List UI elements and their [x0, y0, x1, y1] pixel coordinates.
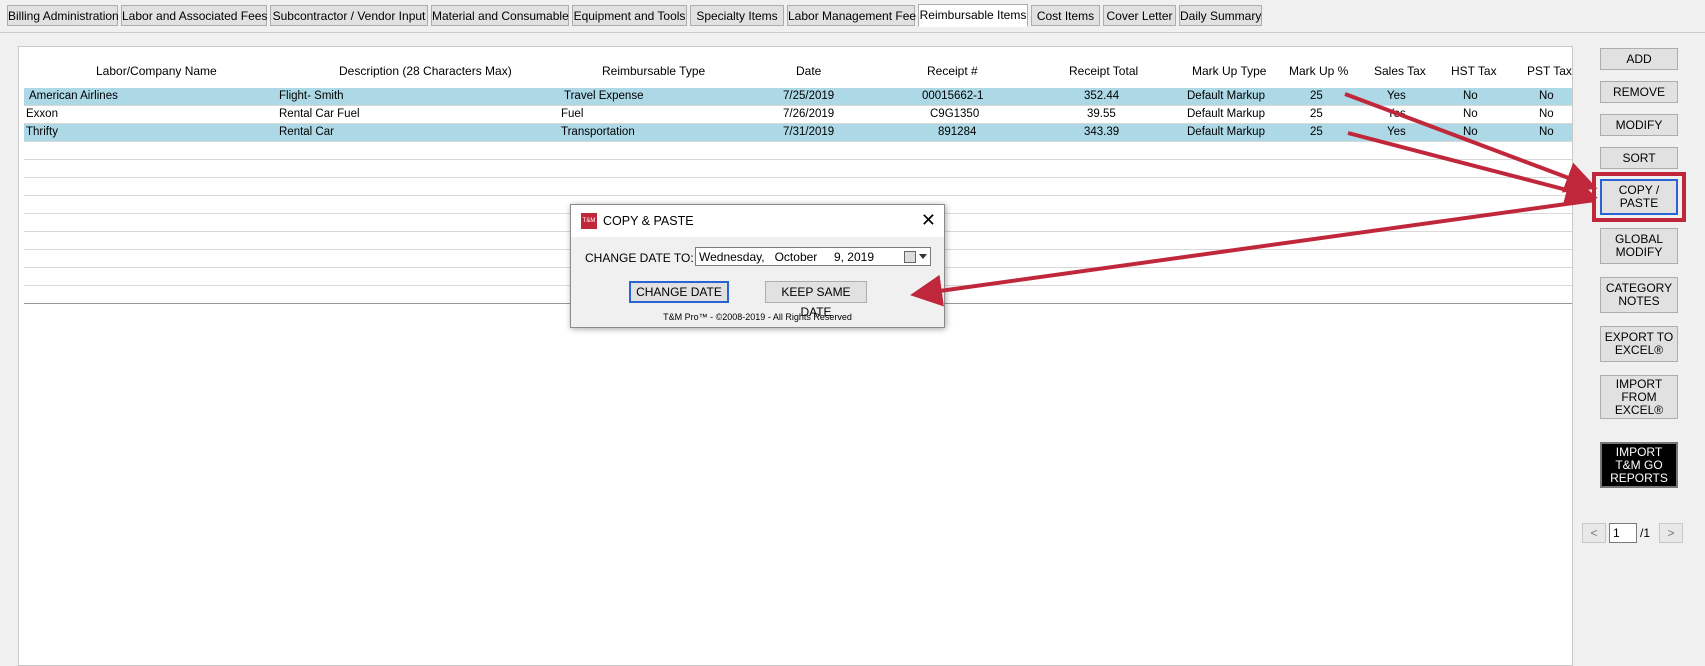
cell-receipt-total: 343.39 [1084, 126, 1120, 138]
col-header-markup-percent: Mark Up % [1289, 64, 1349, 78]
change-date-label: CHANGE DATE TO: [585, 251, 694, 265]
tab-daily-summary[interactable]: Daily Summary [1179, 5, 1262, 26]
tab-labor-associated-fees[interactable]: Labor and Associated Fees [121, 5, 267, 26]
col-header-date: Date [796, 64, 822, 78]
tab-subcontractor-vendor-input[interactable]: Subcontractor / Vendor Input [270, 5, 428, 26]
cell-date: 7/31/2019 [783, 126, 835, 138]
cell-date: 7/26/2019 [783, 108, 835, 120]
cell-markup-type: Default Markup [1187, 90, 1265, 102]
tab-material-consumable[interactable]: Material and Consumable [431, 5, 569, 26]
tab-labor-management-fee[interactable]: Labor Management Fee [787, 5, 916, 26]
col-header-receipt-total: Receipt Total [1069, 64, 1139, 78]
tab-equipment-tools[interactable]: Equipment and Tools [572, 5, 687, 26]
cell-receipt-total: 39.55 [1087, 108, 1116, 120]
cell-type: Transportation [561, 126, 635, 138]
cell-sales-tax: Yes [1387, 108, 1406, 120]
export-to-excel-button[interactable]: EXPORT TO EXCEL® [1600, 326, 1678, 362]
prev-page-button[interactable]: < [1582, 523, 1606, 543]
empty-row [24, 142, 1572, 160]
table-header: Labor/Company Name Description (28 Chara… [24, 50, 1572, 90]
next-page-button[interactable]: > [1659, 523, 1683, 543]
cell-pst-tax: No [1539, 90, 1554, 102]
dialog-titlebar: T&M COPY & PASTE ✕ [571, 205, 944, 237]
tab-cost-items[interactable]: Cost Items [1031, 5, 1100, 26]
cell-type: Fuel [561, 108, 584, 120]
cell-hst-tax: No [1463, 126, 1478, 138]
cell-company: Exxon [26, 108, 58, 120]
tab-cover-letter[interactable]: Cover Letter [1103, 5, 1176, 26]
calendar-icon[interactable] [904, 251, 916, 263]
cell-date: 7/25/2019 [783, 90, 835, 102]
add-button[interactable]: ADD [1600, 48, 1678, 70]
copyright-text: T&M Pro™ - ©2008-2019 - All Rights Reser… [663, 312, 852, 322]
category-notes-button[interactable]: CATEGORY NOTES [1600, 277, 1678, 313]
cell-receipt-number: 891284 [938, 126, 977, 138]
change-date-button[interactable]: CHANGE DATE [629, 281, 729, 303]
sort-button[interactable]: SORT [1600, 147, 1678, 169]
cell-receipt-total: 352.44 [1084, 90, 1120, 102]
tm-logo-icon: T&M [581, 213, 597, 229]
col-header-markup-type: Mark Up Type [1192, 64, 1267, 78]
date-picker[interactable]: Wednesday, October 9, 2019 [695, 247, 931, 266]
col-header-receipt-number: Receipt # [927, 64, 978, 78]
cell-description: Flight- Smith [279, 90, 344, 102]
import-from-excel-button[interactable]: IMPORT FROM EXCEL® [1600, 375, 1678, 419]
cell-company: Thrifty [26, 126, 58, 138]
cell-pst-tax: No [1539, 126, 1554, 138]
cell-receipt-number: C9G1350 [930, 108, 980, 120]
col-header-reimbursable-type: Reimbursable Type [602, 64, 706, 78]
table-row[interactable]: Thrifty Rental Car Transportation 7/31/2… [24, 124, 1572, 142]
tab-bar: Billing Administration Labor and Associa… [0, 0, 1705, 33]
cell-markup-type: Default Markup [1187, 108, 1265, 120]
col-header-pst-tax: PST Tax [1527, 64, 1572, 78]
col-header-hst-tax: HST Tax [1451, 64, 1497, 78]
cell-markup-percent: 25 [1310, 126, 1323, 138]
tab-reimbursable-items[interactable]: Reimbursable Items [918, 4, 1028, 27]
keep-same-date-button[interactable]: KEEP SAME DATE [765, 281, 867, 319]
cell-description: Rental Car Fuel [279, 108, 360, 120]
cell-markup-percent: 25 [1310, 108, 1323, 120]
cell-markup-type: Default Markup [1187, 126, 1265, 138]
empty-row [24, 160, 1572, 178]
cell-sales-tax: Yes [1387, 126, 1406, 138]
cell-hst-tax: No [1463, 108, 1478, 120]
copy-paste-dialog: T&M COPY & PASTE ✕ CHANGE DATE TO: Wedne… [570, 204, 945, 328]
chevron-down-icon[interactable] [919, 254, 927, 259]
col-header-company-name: Labor/Company Name [96, 64, 217, 78]
tab-specialty-items[interactable]: Specialty Items [690, 5, 784, 26]
date-value: Wednesday, October 9, 2019 [699, 250, 874, 264]
cell-pst-tax: No [1539, 108, 1554, 120]
tab-billing-administration[interactable]: Billing Administration [7, 5, 119, 26]
table-row[interactable]: Exxon Rental Car Fuel Fuel 7/26/2019 C9G… [24, 106, 1572, 124]
col-header-sales-tax: Sales Tax [1374, 64, 1426, 78]
cell-markup-percent: 25 [1310, 90, 1323, 102]
modify-button[interactable]: MODIFY [1600, 114, 1678, 136]
dialog-title: COPY & PASTE [603, 214, 694, 228]
page-number-input[interactable]: 1 [1609, 523, 1637, 543]
cell-receipt-number: 00015662-1 [922, 90, 984, 102]
cell-hst-tax: No [1463, 90, 1478, 102]
global-modify-button[interactable]: GLOBAL MODIFY [1600, 228, 1678, 264]
col-header-description: Description (28 Characters Max) [339, 64, 512, 78]
import-tm-go-reports-button[interactable]: IMPORT T&M GO REPORTS [1600, 442, 1678, 488]
cell-description: Rental Car [279, 126, 334, 138]
close-icon[interactable]: ✕ [921, 211, 936, 229]
remove-button[interactable]: REMOVE [1600, 81, 1678, 103]
cell-sales-tax: Yes [1387, 90, 1406, 102]
cell-company: American Airlines [29, 90, 118, 102]
page-total: /1 [1640, 526, 1651, 540]
cell-type: Travel Expense [564, 90, 644, 102]
table-row[interactable]: American Airlines Flight- Smith Travel E… [24, 88, 1572, 106]
empty-row [24, 178, 1572, 196]
copy-paste-highlight [1592, 172, 1686, 222]
